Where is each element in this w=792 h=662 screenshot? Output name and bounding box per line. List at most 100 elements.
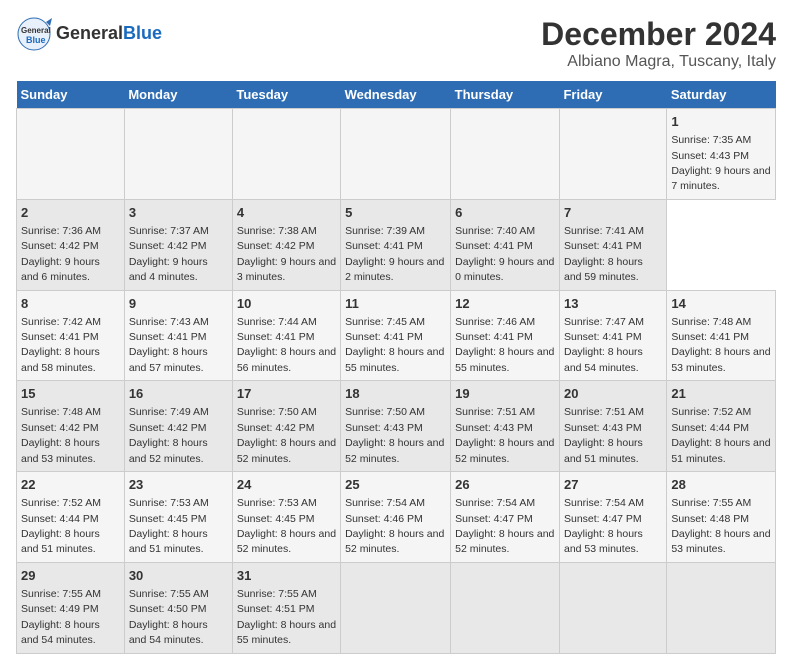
day-daylight: Daylight: 8 hours and 53 minutes. [671, 346, 770, 373]
logo-blue: Blue [123, 23, 162, 43]
calendar-cell [559, 562, 666, 653]
day-sunrise: Sunrise: 7:54 AM [564, 497, 644, 509]
calendar-day-header: Tuesday [232, 81, 340, 109]
day-sunrise: Sunrise: 7:55 AM [129, 588, 209, 600]
day-sunrise: Sunrise: 7:45 AM [345, 316, 425, 328]
day-sunset: Sunset: 4:42 PM [129, 422, 207, 434]
calendar-cell: 14Sunrise: 7:48 AMSunset: 4:41 PMDayligh… [667, 290, 776, 381]
day-sunset: Sunset: 4:43 PM [564, 422, 642, 434]
calendar-cell: 26Sunrise: 7:54 AMSunset: 4:47 PMDayligh… [451, 472, 560, 563]
day-sunrise: Sunrise: 7:44 AM [237, 316, 317, 328]
day-daylight: Daylight: 8 hours and 52 minutes. [345, 528, 444, 555]
main-title: December 2024 [541, 16, 776, 53]
calendar-cell: 19Sunrise: 7:51 AMSunset: 4:43 PMDayligh… [451, 381, 560, 472]
day-sunset: Sunset: 4:51 PM [237, 603, 315, 615]
day-number: 1 [671, 113, 771, 131]
day-sunrise: Sunrise: 7:50 AM [345, 406, 425, 418]
calendar-cell: 16Sunrise: 7:49 AMSunset: 4:42 PMDayligh… [124, 381, 232, 472]
day-number: 22 [21, 476, 120, 494]
day-sunset: Sunset: 4:45 PM [237, 513, 315, 525]
day-number: 24 [237, 476, 336, 494]
day-sunset: Sunset: 4:41 PM [671, 331, 749, 343]
day-sunrise: Sunrise: 7:55 AM [21, 588, 101, 600]
calendar-cell: 13Sunrise: 7:47 AMSunset: 4:41 PMDayligh… [559, 290, 666, 381]
day-number: 9 [129, 295, 228, 313]
day-sunset: Sunset: 4:41 PM [564, 240, 642, 252]
calendar-cell [451, 562, 560, 653]
title-section: December 2024 Albiano Magra, Tuscany, It… [541, 16, 776, 71]
day-number: 15 [21, 385, 120, 403]
day-number: 11 [345, 295, 446, 313]
day-number: 18 [345, 385, 446, 403]
calendar-cell: 31 Sunrise: 7:55 AM Sunset: 4:51 PM Dayligh… [232, 562, 340, 653]
calendar-cell [124, 109, 232, 200]
day-sunset: Sunset: 4:45 PM [129, 513, 207, 525]
calendar-cell [232, 109, 340, 200]
day-number: 20 [564, 385, 662, 403]
day-daylight: Daylight: 8 hours and 53 minutes. [564, 528, 643, 555]
day-number: 19 [455, 385, 555, 403]
calendar-cell: 28Sunrise: 7:55 AMSunset: 4:48 PMDayligh… [667, 472, 776, 563]
day-sunrise: Sunrise: 7:49 AM [129, 406, 209, 418]
day-daylight: Daylight: 8 hours and 53 minutes. [671, 528, 770, 555]
day-number: 4 [237, 204, 336, 222]
day-sunset: Sunset: 4:43 PM [455, 422, 533, 434]
day-sunset: Sunset: 4:43 PM [671, 150, 749, 162]
subtitle: Albiano Magra, Tuscany, Italy [541, 53, 776, 71]
day-sunrise: Sunrise: 7:35 AM [671, 134, 751, 146]
day-sunrise: Sunrise: 7:38 AM [237, 225, 317, 237]
calendar-cell: 15Sunrise: 7:48 AMSunset: 4:42 PMDayligh… [17, 381, 125, 472]
calendar-cell: 21Sunrise: 7:52 AMSunset: 4:44 PMDayligh… [667, 381, 776, 472]
day-daylight: Daylight: 9 hours and 7 minutes. [671, 165, 770, 192]
day-sunrise: Sunrise: 7:48 AM [21, 406, 101, 418]
calendar-cell: 2Sunrise: 7:36 AMSunset: 4:42 PMDaylight… [17, 199, 125, 290]
day-sunset: Sunset: 4:48 PM [671, 513, 749, 525]
day-number: 31 [237, 567, 336, 585]
day-number: 29 [21, 567, 120, 585]
day-daylight: Daylight: 8 hours and 59 minutes. [564, 256, 643, 283]
day-sunset: Sunset: 4:50 PM [129, 603, 207, 615]
day-sunset: Sunset: 4:42 PM [237, 422, 315, 434]
header: General Blue GeneralBlue December 2024 A… [16, 16, 776, 71]
day-sunrise: Sunrise: 7:40 AM [455, 225, 535, 237]
day-sunset: Sunset: 4:42 PM [21, 240, 99, 252]
day-sunset: Sunset: 4:43 PM [345, 422, 423, 434]
day-sunrise: Sunrise: 7:54 AM [455, 497, 535, 509]
calendar-cell: 3Sunrise: 7:37 AMSunset: 4:42 PMDaylight… [124, 199, 232, 290]
day-sunset: Sunset: 4:41 PM [455, 331, 533, 343]
logo-icon: General Blue [16, 16, 52, 52]
day-sunrise: Sunrise: 7:52 AM [21, 497, 101, 509]
day-sunset: Sunset: 4:41 PM [564, 331, 642, 343]
day-sunrise: Sunrise: 7:50 AM [237, 406, 317, 418]
calendar-day-header: Wednesday [341, 81, 451, 109]
day-daylight: Daylight: 8 hours and 55 minutes. [237, 619, 336, 646]
calendar-week-row: 22 Sunrise: 7:52 AM Sunset: 4:44 PM Dayligh… [17, 472, 776, 563]
day-sunrise: Sunrise: 7:42 AM [21, 316, 101, 328]
calendar-day-header: Monday [124, 81, 232, 109]
day-sunrise: Sunrise: 7:48 AM [671, 316, 751, 328]
page-container: General Blue GeneralBlue December 2024 A… [0, 0, 792, 662]
calendar-cell: 1 Sunrise: 7:35 AM Sunset: 4:43 PM Daylight… [667, 109, 776, 200]
day-sunset: Sunset: 4:47 PM [564, 513, 642, 525]
calendar-table: SundayMondayTuesdayWednesdayThursdayFrid… [16, 81, 776, 654]
day-sunset: Sunset: 4:47 PM [455, 513, 533, 525]
day-number: 23 [129, 476, 228, 494]
calendar-cell: 23Sunrise: 7:53 AMSunset: 4:45 PMDayligh… [124, 472, 232, 563]
day-daylight: Daylight: 8 hours and 51 minutes. [671, 437, 770, 464]
day-number: 13 [564, 295, 662, 313]
day-daylight: Daylight: 8 hours and 53 minutes. [21, 437, 100, 464]
calendar-cell: 6Sunrise: 7:40 AMSunset: 4:41 PMDaylight… [451, 199, 560, 290]
calendar-cell [667, 562, 776, 653]
day-daylight: Daylight: 9 hours and 6 minutes. [21, 256, 100, 283]
day-number: 6 [455, 204, 555, 222]
day-sunset: Sunset: 4:44 PM [21, 513, 99, 525]
day-sunrise: Sunrise: 7:55 AM [237, 588, 317, 600]
day-daylight: Daylight: 8 hours and 55 minutes. [345, 346, 444, 373]
day-daylight: Daylight: 8 hours and 55 minutes. [455, 346, 554, 373]
day-daylight: Daylight: 9 hours and 3 minutes. [237, 256, 336, 283]
calendar-week-row: 1 Sunrise: 7:35 AM Sunset: 4:43 PM Daylight… [17, 109, 776, 200]
calendar-day-header: Friday [559, 81, 666, 109]
day-number: 12 [455, 295, 555, 313]
day-sunset: Sunset: 4:41 PM [455, 240, 533, 252]
day-number: 21 [671, 385, 771, 403]
